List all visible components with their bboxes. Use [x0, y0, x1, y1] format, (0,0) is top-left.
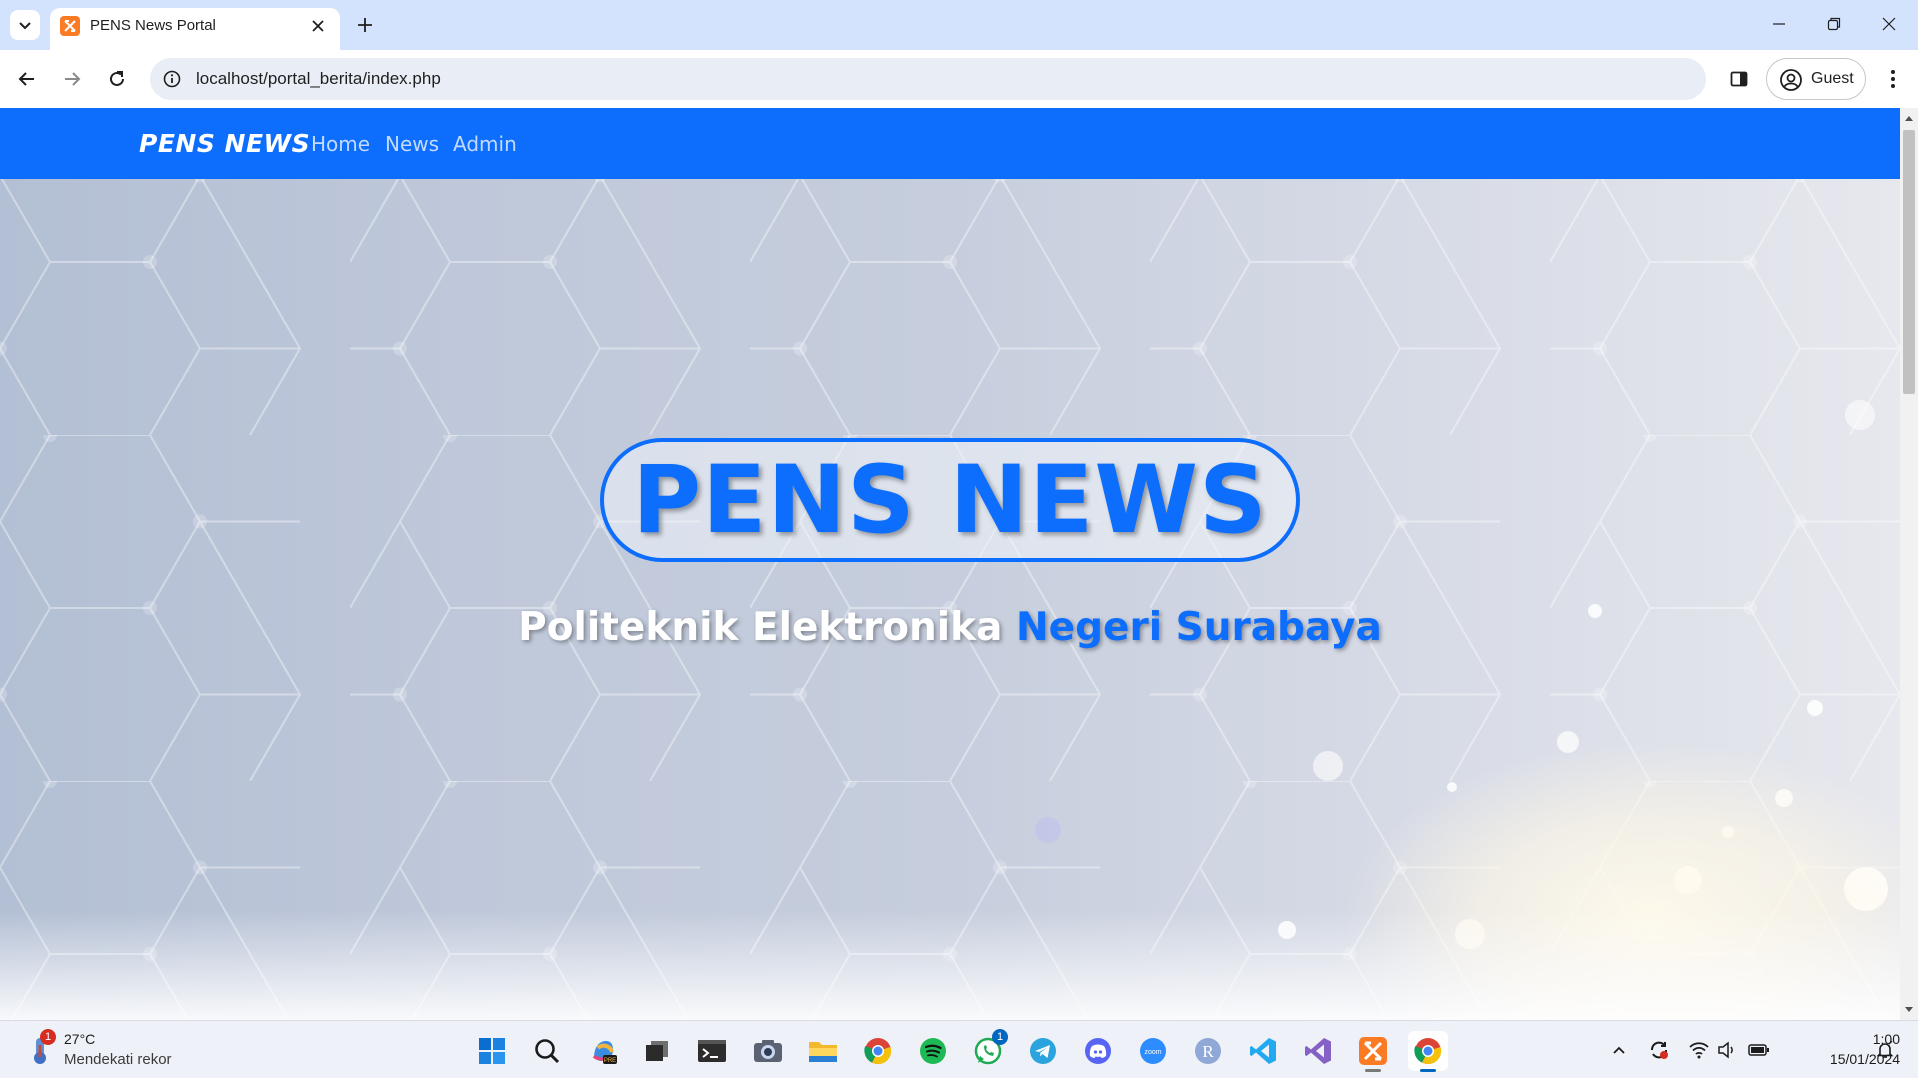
chevron-up-icon[interactable] [1608, 1039, 1630, 1061]
side-panel-icon [1730, 71, 1748, 87]
address-bar[interactable]: localhost/portal_berita/index.php [150, 58, 1706, 100]
page-viewport: PENS NEWS Home News Admin PENS NEWS Poli… [0, 108, 1918, 1020]
search-icon[interactable] [527, 1031, 567, 1071]
active-indicator [1420, 1069, 1436, 1072]
tab-title: PENS News Portal [90, 17, 216, 34]
task-view-icon[interactable] [637, 1031, 677, 1071]
whatsapp-unread-badge: 1 [992, 1029, 1008, 1045]
hero-title: PENS NEWS [632, 445, 1268, 555]
hero-subtitle: Politeknik Elektronika Negeri Surabaya [0, 605, 1900, 650]
windows-taskbar: 1 27°C Mendekati rekor PRE 1 zoom R 1:00… [0, 1020, 1918, 1078]
zoom-icon[interactable]: zoom [1133, 1031, 1173, 1071]
svg-text:zoom: zoom [1144, 1049, 1161, 1056]
hero-title-pill: PENS NEWS [600, 438, 1300, 562]
kebab-menu-icon [1891, 70, 1895, 88]
sync-icon[interactable] [1648, 1039, 1670, 1061]
side-panel-button[interactable] [1722, 62, 1756, 96]
user-circle-icon [1780, 69, 1802, 91]
volume-icon[interactable] [1716, 1039, 1738, 1061]
weather-alert-badge: 1 [40, 1029, 56, 1045]
chrome-active-icon[interactable] [1408, 1031, 1448, 1072]
chrome-icon[interactable] [858, 1031, 898, 1071]
telegram-icon[interactable] [1023, 1031, 1063, 1071]
url-text: localhost/portal_berita/index.php [196, 69, 441, 88]
profile-button[interactable]: Guest [1766, 58, 1866, 100]
windows-start-icon[interactable] [472, 1031, 512, 1071]
terminal-icon[interactable] [692, 1031, 732, 1071]
xampp-icon[interactable] [1353, 1031, 1393, 1072]
r-icon[interactable]: R [1188, 1031, 1228, 1071]
weather-temperature: 27°C [64, 1031, 96, 1047]
notification-bell-icon[interactable] [1874, 1039, 1896, 1061]
browser-toolbar: localhost/portal_berita/index.php Guest [0, 50, 1918, 108]
minimize-button[interactable] [1756, 6, 1802, 42]
nav-link-admin[interactable]: Admin [453, 132, 517, 156]
arrow-right-icon [65, 72, 81, 86]
svg-text:R: R [1202, 1042, 1214, 1061]
file-explorer-icon[interactable] [803, 1031, 843, 1071]
forward-button[interactable] [55, 62, 89, 96]
vscode-icon[interactable] [1243, 1031, 1283, 1071]
new-tab-button[interactable] [350, 10, 380, 40]
close-icon [312, 20, 324, 32]
scroll-up-arrow-icon[interactable] [1904, 114, 1914, 124]
navbar-brand[interactable]: PENS NEWS [139, 129, 310, 158]
hero-subtitle-blue: Negeri Surabaya [1016, 605, 1382, 650]
browser-tab-bar: PENS News Portal [0, 0, 1918, 50]
reload-button[interactable] [100, 62, 134, 96]
scroll-thumb[interactable] [1903, 130, 1915, 394]
plus-icon [358, 18, 372, 32]
discord-icon[interactable] [1078, 1031, 1118, 1071]
wifi-icon[interactable] [1688, 1039, 1710, 1061]
back-button[interactable] [10, 62, 44, 96]
tab-close-button[interactable] [306, 14, 330, 38]
close-window-button[interactable] [1866, 6, 1912, 42]
chevron-down-icon [19, 22, 31, 30]
arrow-left-icon [18, 72, 34, 86]
tab-search-button[interactable] [10, 10, 40, 40]
spotify-icon[interactable] [913, 1031, 953, 1071]
running-indicator [1365, 1069, 1381, 1072]
restore-button[interactable] [1811, 6, 1857, 42]
battery-icon[interactable] [1748, 1039, 1770, 1061]
nav-link-home[interactable]: Home [311, 132, 370, 156]
nav-link-news[interactable]: News [385, 132, 439, 156]
page-scrollbar[interactable] [1900, 108, 1918, 1020]
whatsapp-icon[interactable]: 1 [968, 1029, 1008, 1071]
close-icon [1882, 17, 1896, 31]
minimize-icon [1773, 23, 1785, 25]
hero-bottom-fade [0, 910, 1900, 1020]
xampp-favicon-icon [60, 16, 80, 36]
browser-tab-active[interactable]: PENS News Portal [50, 8, 340, 50]
svg-text:PRE: PRE [604, 1058, 616, 1064]
scroll-down-arrow-icon[interactable] [1904, 1004, 1914, 1014]
copilot-icon[interactable]: PRE [583, 1031, 623, 1071]
camera-icon[interactable] [748, 1031, 788, 1071]
weather-description: Mendekati rekor [64, 1051, 172, 1068]
reload-icon [110, 71, 124, 86]
visual-studio-icon[interactable] [1298, 1031, 1338, 1071]
site-info-icon[interactable] [160, 67, 184, 91]
browser-menu-button[interactable] [1876, 62, 1910, 96]
hero-subtitle-white: Politeknik Elektronika [518, 605, 1003, 650]
hero-section: PENS NEWS Politeknik Elektronika Negeri … [0, 179, 1900, 1020]
site-navbar: PENS NEWS Home News Admin [0, 108, 1900, 179]
profile-label: Guest [1811, 70, 1854, 87]
restore-icon [1827, 17, 1841, 31]
